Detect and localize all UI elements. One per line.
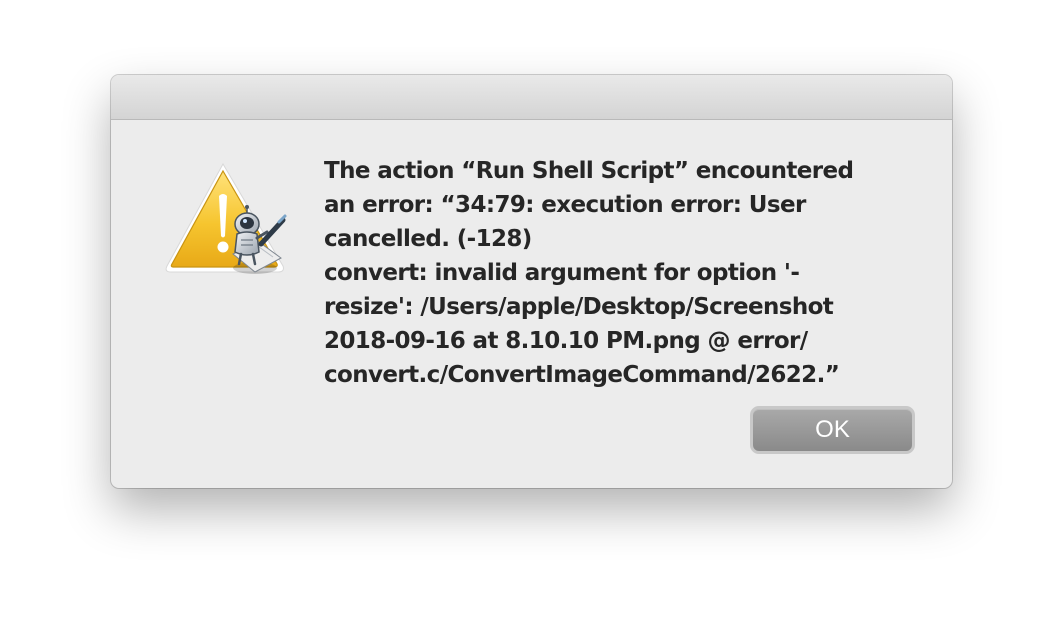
alert-dialog: The action “Run Shell Script” encountere… [111,75,952,488]
screen: The action “Run Shell Script” encountere… [0,0,1064,636]
alert-message: The action “Run Shell Script” encountere… [324,158,854,388]
warning-triangle-icon [165,162,287,274]
warning-icon [163,162,289,280]
ok-button[interactable]: OK [750,406,915,454]
dialog-titlebar[interactable] [111,75,952,120]
